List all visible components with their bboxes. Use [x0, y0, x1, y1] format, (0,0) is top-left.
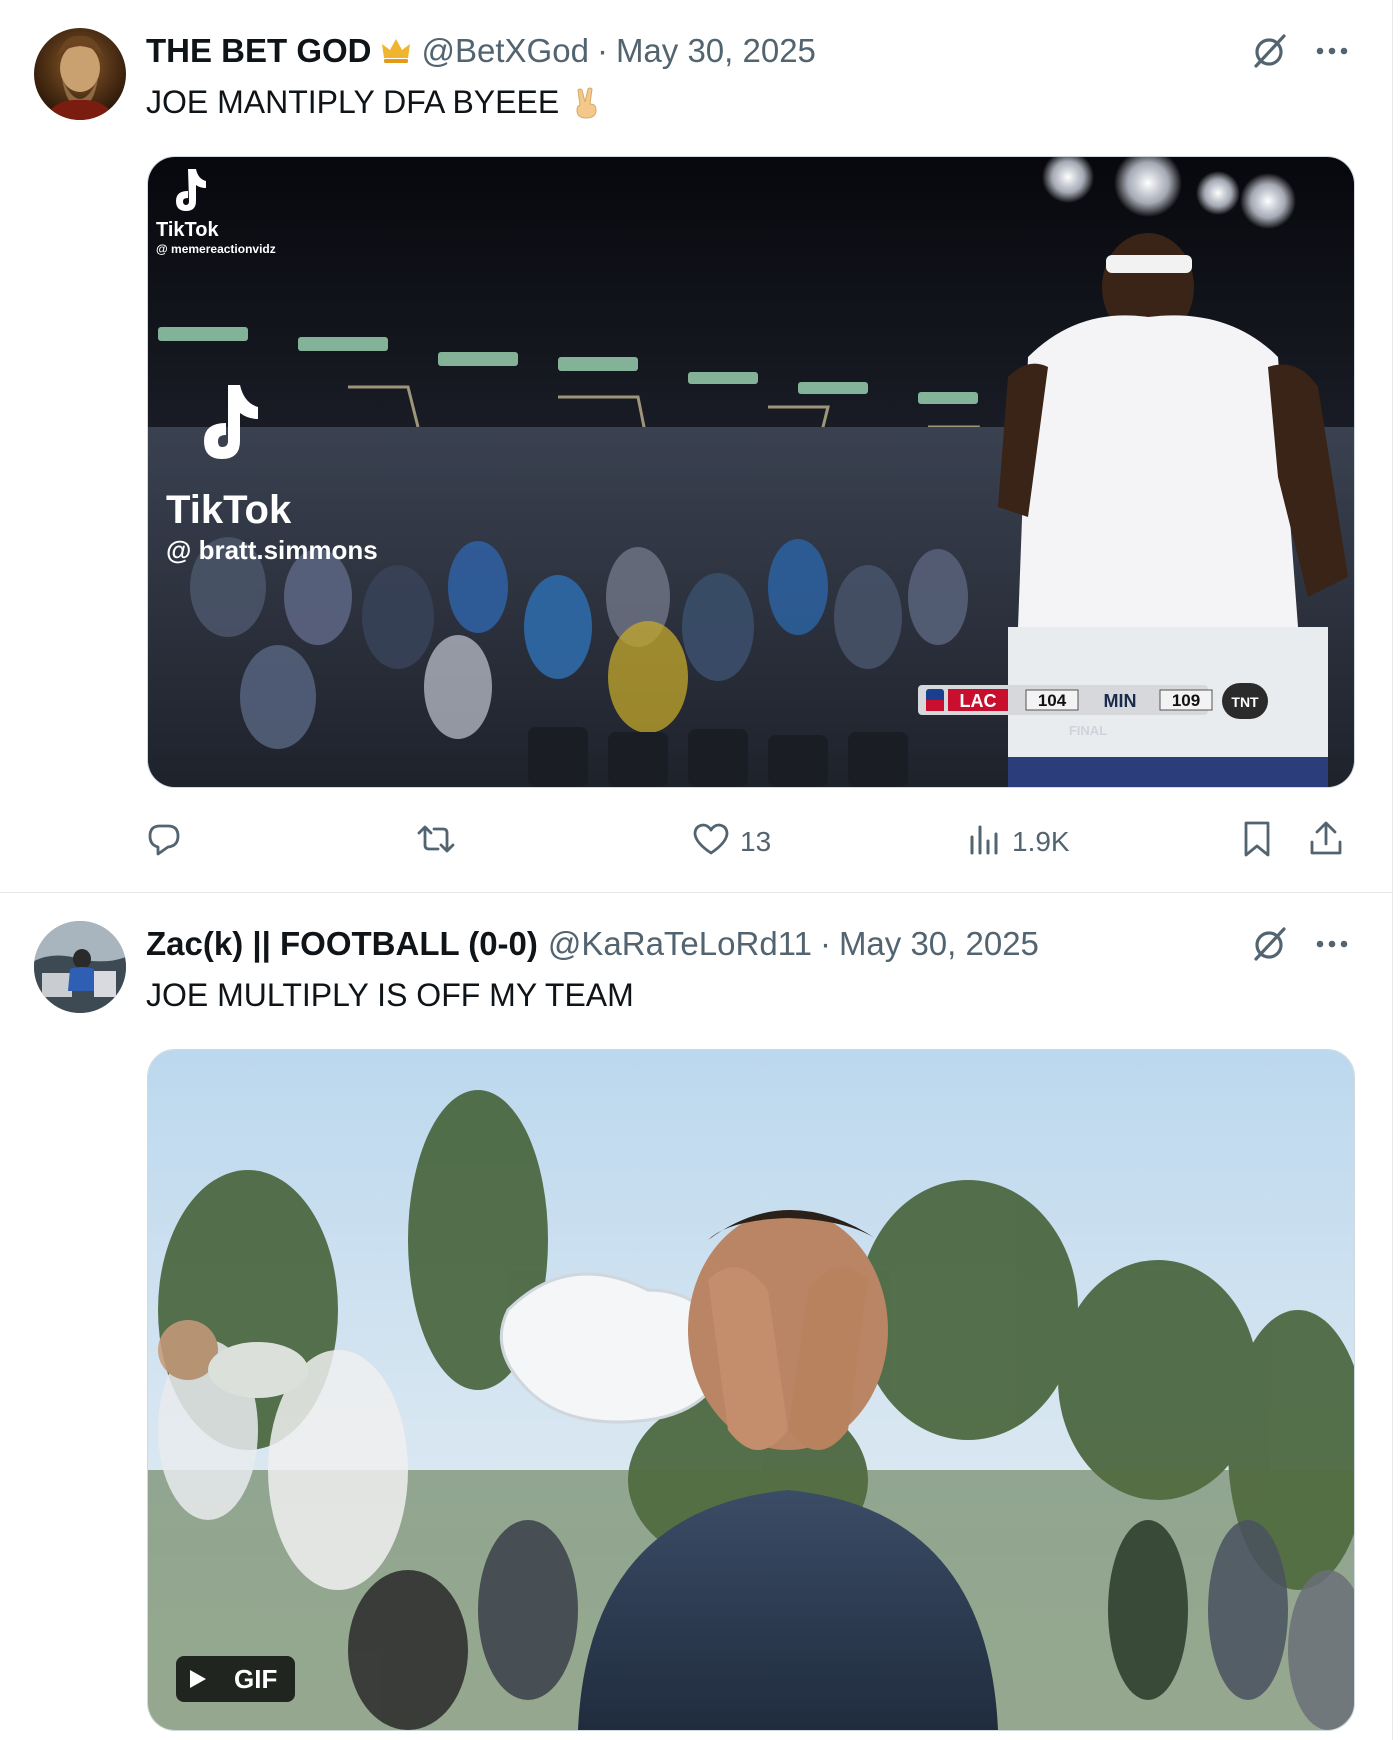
tweet-date[interactable]: May 30, 2025	[839, 925, 1039, 963]
share-button[interactable]	[1308, 820, 1344, 864]
display-name[interactable]: Zac(k) || FOOTBALL (0-0)	[146, 925, 538, 963]
user-handle[interactable]: @KaRaTeLoRd11	[548, 925, 812, 963]
retweet-icon	[416, 821, 456, 864]
heart-icon	[692, 822, 730, 863]
like-count: 13	[740, 826, 772, 857]
gif-badge[interactable]: GIF	[176, 1656, 296, 1702]
tweet[interactable]: THE BET GOD @BetXGod · May 30, 2025 JOE …	[0, 0, 1392, 893]
victory-hand-emoji	[571, 86, 601, 120]
network-logo: TNT	[1231, 694, 1259, 710]
tweet-text-content: JOE MULTIPLY IS OFF MY TEAM	[146, 977, 634, 1013]
more-options-icon[interactable]	[1310, 30, 1354, 72]
tweet-text: JOE MANTIPLY DFA BYEEE	[146, 84, 601, 121]
bookmark-icon	[1240, 820, 1274, 865]
more-options-icon[interactable]	[1310, 923, 1354, 965]
tweet-text-content: JOE MANTIPLY DFA BYEEE	[146, 84, 560, 120]
analytics-icon	[966, 821, 1002, 864]
home-score: 109	[1172, 691, 1200, 710]
share-icon	[1308, 820, 1344, 865]
avatar[interactable]	[34, 28, 126, 120]
game-status: FINAL	[1069, 723, 1107, 738]
tweet-actions: 13 1.9K	[146, 820, 1356, 864]
away-team: LAC	[960, 691, 997, 711]
tiktok-small-brand: TikTok	[156, 219, 219, 241]
tiktok-small-handle: @ memereactionvidz	[156, 242, 276, 256]
tweet-header: Zac(k) || FOOTBALL (0-0) @KaRaTeLoRd11 ·…	[146, 923, 1039, 965]
away-score: 104	[1038, 691, 1067, 710]
arena-light	[1240, 173, 1296, 229]
home-team: MIN	[1104, 691, 1137, 711]
timeline-feed: THE BET GOD @BetXGod · May 30, 2025 JOE …	[0, 0, 1393, 1740]
tiktok-large-handle: @ bratt.simmons	[166, 535, 378, 565]
reply-icon	[146, 821, 182, 864]
grok-icon[interactable]	[1248, 923, 1292, 965]
grok-icon[interactable]	[1248, 30, 1292, 72]
like-button[interactable]: 13	[692, 820, 771, 864]
separator-dot: ·	[596, 32, 608, 69]
tiktok-large-brand: TikTok	[166, 488, 292, 532]
separator-dot: ·	[819, 925, 831, 962]
views-button[interactable]: 1.9K	[966, 820, 1070, 864]
tweet-header: THE BET GOD @BetXGod · May 30, 2025	[146, 30, 816, 72]
bookmark-button[interactable]	[1240, 820, 1274, 864]
display-name[interactable]: THE BET GOD	[146, 32, 372, 70]
avatar[interactable]	[34, 921, 126, 1013]
retweet-button[interactable]	[416, 820, 466, 864]
reply-button[interactable]	[146, 820, 192, 864]
play-icon	[188, 1668, 208, 1690]
gif-label: GIF	[234, 1663, 278, 1694]
view-count: 1.9K	[1012, 826, 1070, 857]
tweet[interactable]: Zac(k) || FOOTBALL (0-0) @KaRaTeLoRd11 ·…	[0, 893, 1392, 1740]
video-media[interactable]: TikTok @ memereactionvidz TikTok @ bratt…	[147, 156, 1355, 788]
tweet-date[interactable]: May 30, 2025	[616, 32, 816, 70]
tweet-text: JOE MULTIPLY IS OFF MY TEAM	[146, 977, 634, 1014]
gold-crown-icon	[380, 36, 412, 66]
gif-media[interactable]: GIF	[147, 1049, 1355, 1731]
arena-light	[1196, 171, 1240, 215]
user-handle[interactable]: @BetXGod	[422, 32, 589, 70]
